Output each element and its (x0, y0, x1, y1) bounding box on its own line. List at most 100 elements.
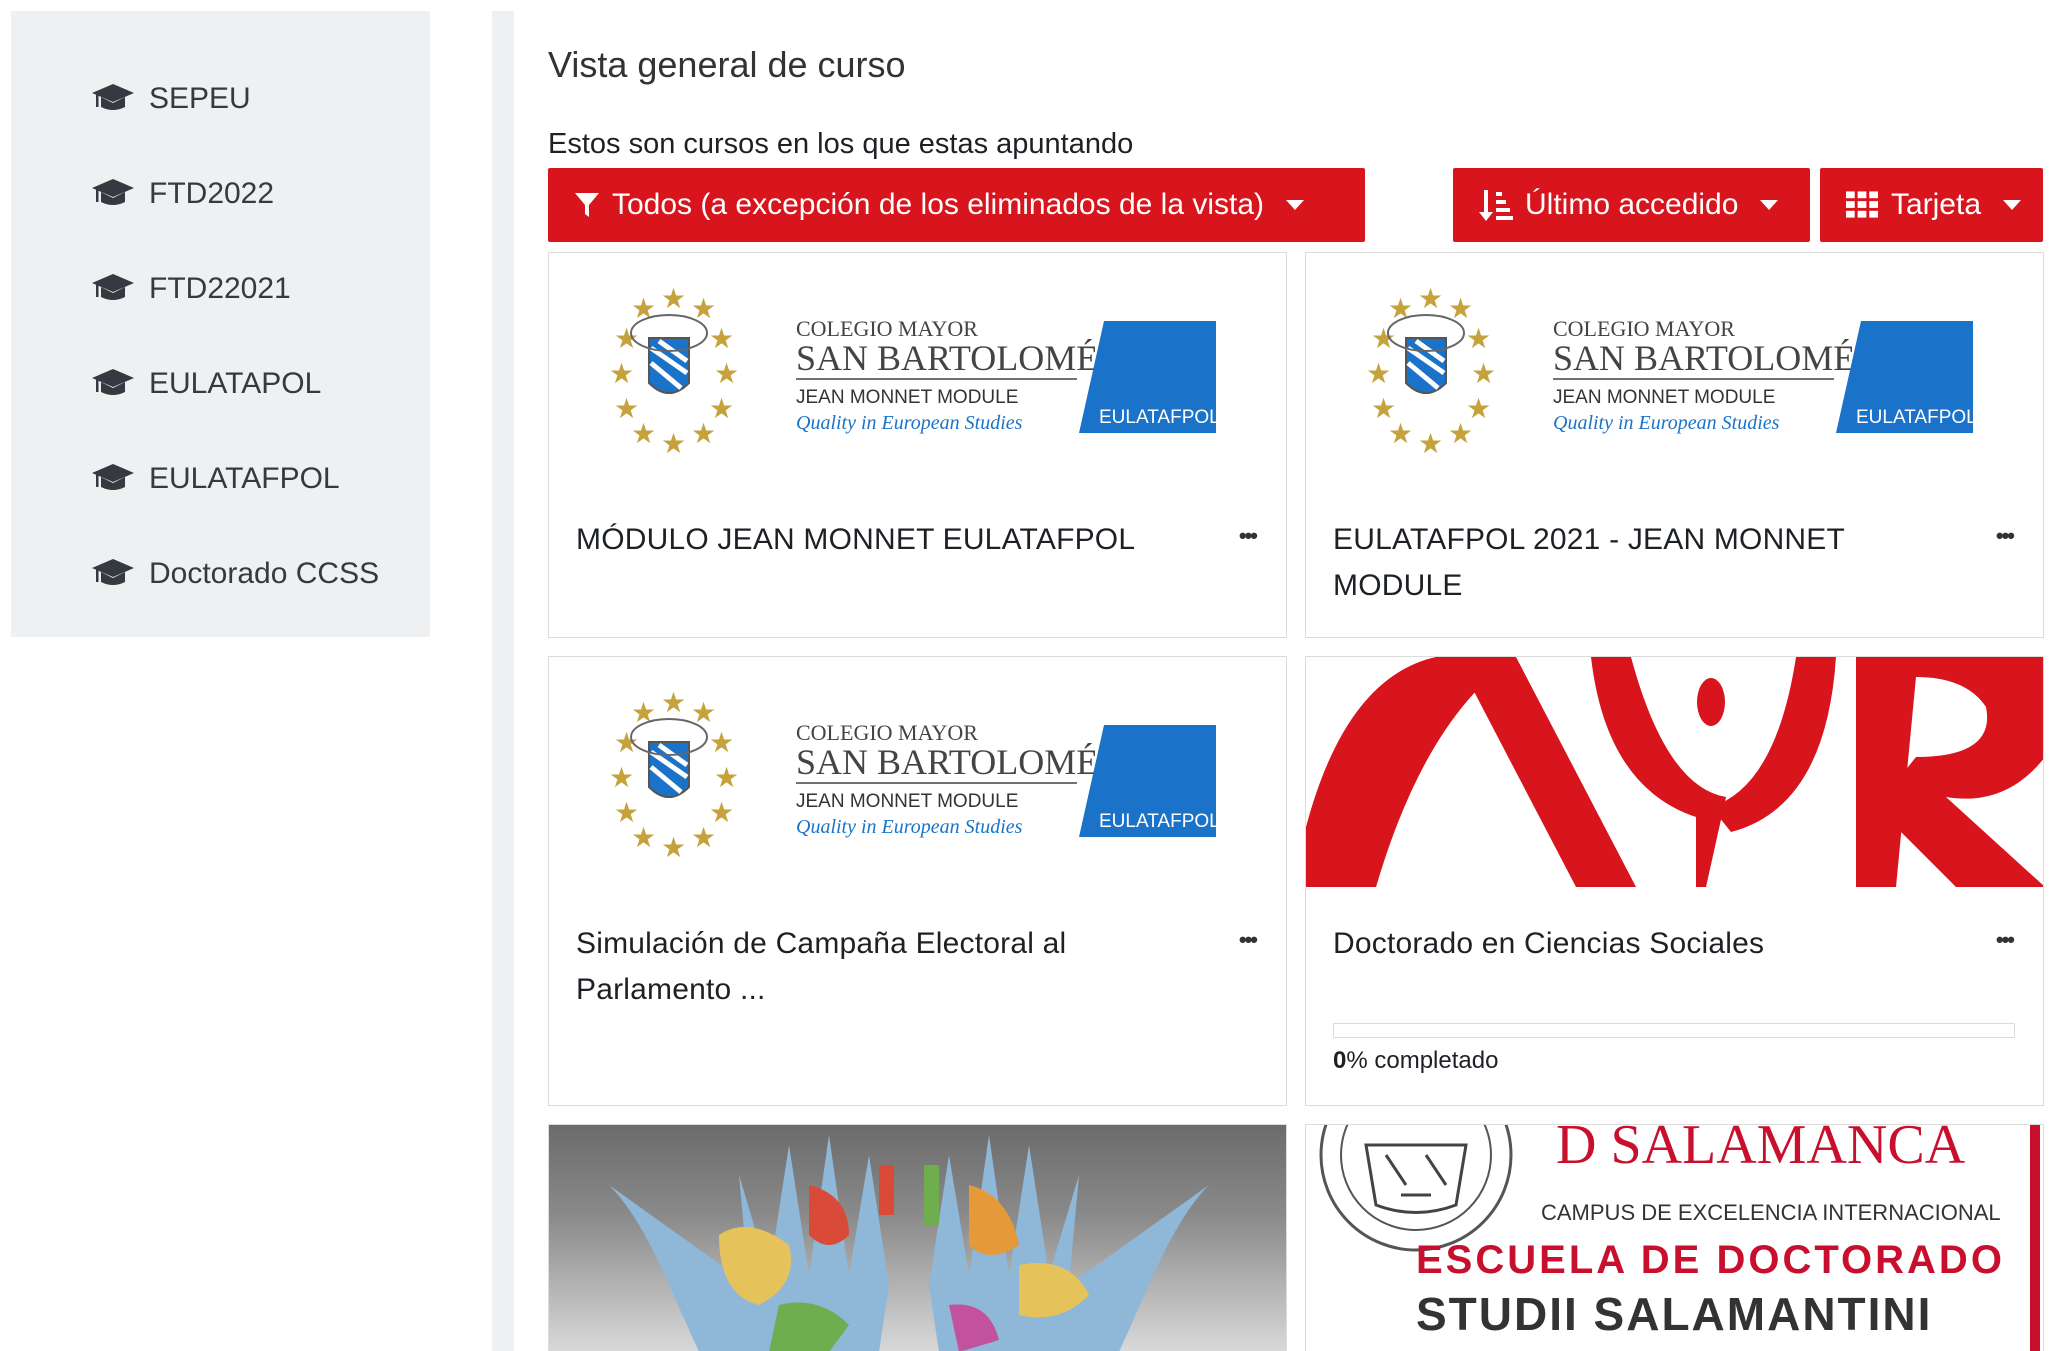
svg-text:SAN BARTOLOMÉ: SAN BARTOLOMÉ (796, 742, 1098, 782)
svg-text:JEAN MONNET MODULE: JEAN MONNET MODULE (796, 791, 1018, 812)
course-title[interactable]: Doctorado en Ciencias Sociales (1333, 921, 1953, 967)
page-title: Vista general de curso (548, 44, 906, 85)
graduation-cap-icon (92, 559, 134, 585)
course-image: ★ ★ ★ ★ ★ ★ ★ ★ ★ ★ ★ ★ COLEGIO MAYOR SAN BARTO… (1306, 253, 2043, 473)
sidebar-item-label: FTD2022 (149, 177, 275, 210)
svg-text:★: ★ (1371, 323, 1396, 354)
banner-line1: CAMPUS DE EXCELENCIA INTERNACIONAL (1541, 1200, 2001, 1225)
svg-text:★: ★ (609, 762, 634, 793)
svg-text:★: ★ (691, 418, 716, 449)
sidebar-item-ftd22021[interactable]: FTD22021 (91, 259, 291, 319)
sidebar-item-label: EULATAPOL (149, 367, 322, 400)
view-dropdown-button[interactable]: Tarjeta (1820, 168, 2043, 242)
svg-text:★: ★ (661, 283, 686, 314)
filter-dropdown-button[interactable]: Todos (a excepción de los eliminados de … (548, 168, 1365, 242)
course-card[interactable]: ★ ★ ★ ★ ★ ★ ★ ★ ★ ★ ★ ★ COLEGIO MAYOR SAN BARTO… (1305, 252, 2044, 638)
course-image: D SALAMANCA CAMPUS DE EXCELENCIA INTERNA… (1306, 1125, 2043, 1351)
svg-text:★: ★ (1471, 358, 1496, 389)
escuela-doctorado-banner: D SALAMANCA CAMPUS DE EXCELENCIA INTERNA… (1319, 1125, 2040, 1351)
svg-text:★: ★ (661, 832, 686, 863)
sort-amount-icon (1479, 190, 1513, 221)
svg-text:★: ★ (1466, 323, 1491, 354)
courses-subtitle: Estos son cursos en los que estas apunta… (548, 128, 1134, 160)
svg-text:★: ★ (609, 358, 634, 389)
sidebar-item-label: Doctorado CCSS (149, 557, 380, 590)
svg-text:★: ★ (631, 822, 656, 853)
progress-value: 0 (1333, 1047, 1347, 1074)
sidebar-item-eulatapol[interactable]: EULATAPOL (91, 354, 321, 414)
banner-top-text: D SALAMANCA (1556, 1125, 1966, 1176)
view-button-label: Tarjeta (1890, 188, 1981, 221)
sidebar-item-eulatafpol[interactable]: EULATAFPOL (91, 449, 340, 509)
course-card[interactable] (548, 1124, 1287, 1351)
chevron-down-icon (1286, 200, 1305, 210)
svg-text:Quality in European Studies: Quality in European Studies (796, 816, 1023, 838)
course-card[interactable]: ★ ★ ★ ★ ★ ★ ★ ★ ★ ★ ★ ★ COLEGIO MAYOR SAN BARTO… (548, 656, 1287, 1106)
filter-button-label: Todos (a excepción de los eliminados de … (612, 188, 1265, 221)
banner-line3: STUDII SALAMANTINI (1416, 1288, 1932, 1340)
progress-bar (1333, 1023, 2015, 1038)
course-card[interactable]: ★ ★ ★ ★ ★ ★ ★ ★ ★ ★ ★ ★ COLEGIO MAYOR SAN BARTO… (548, 252, 1287, 638)
progress-suffix: % completado (1346, 1047, 1499, 1074)
chevron-down-icon (1760, 200, 1779, 210)
graduation-cap-icon (92, 179, 134, 205)
svg-text:Quality in European Studies: Quality in European Studies (1553, 412, 1780, 434)
graduation-cap-icon (92, 369, 134, 395)
svg-text:★: ★ (714, 358, 739, 389)
svg-text:JEAN MONNET MODULE: JEAN MONNET MODULE (1553, 387, 1775, 408)
svg-text:★: ★ (614, 323, 639, 354)
svg-text:★: ★ (614, 727, 639, 758)
svg-text:★: ★ (661, 687, 686, 718)
svg-text:★: ★ (1388, 418, 1413, 449)
sidebar-item-label: EULATAFPOL (149, 462, 340, 495)
more-options-icon[interactable]: ••• (1239, 523, 1258, 549)
course-image (1306, 657, 2043, 887)
svg-text:EULATAFPOL: EULATAFPOL (1099, 811, 1220, 832)
svg-text:SAN BARTOLOMÉ: SAN BARTOLOMÉ (1553, 338, 1855, 378)
filter-icon (575, 193, 599, 217)
course-card[interactable]: Doctorado en Ciencias Sociales ••• 0% co… (1305, 656, 2044, 1106)
graduation-cap-icon (92, 274, 134, 300)
sidebar: SEPEU FTD2022 FTD22021 EULATAPOL EULATAF… (11, 11, 430, 637)
chevron-down-icon (2003, 200, 2021, 210)
course-card[interactable]: D SALAMANCA CAMPUS DE EXCELENCIA INTERNA… (1305, 1124, 2044, 1351)
svg-text:★: ★ (709, 323, 734, 354)
svg-text:★: ★ (709, 727, 734, 758)
san-bartolome-logo: ★ ★ ★ ★ ★ ★ ★ ★ ★ ★ ★ ★ COLEGIO MAYOR SAN BARTO… (609, 283, 1220, 459)
course-title[interactable]: MÓDULO JEAN MONNET EULATAFPOL (576, 517, 1196, 563)
progress-text: 0% completado (1333, 1047, 1498, 1075)
more-options-icon[interactable]: ••• (1996, 927, 2015, 953)
course-title[interactable]: EULATAFPOL 2021 - JEAN MONNET MODULE (1333, 517, 1953, 609)
world-hands-image (549, 1125, 1286, 1351)
more-options-icon[interactable]: ••• (1996, 523, 2015, 549)
sort-button-label: Último accedido (1525, 188, 1739, 221)
red-abstract-logo (1306, 657, 2043, 887)
sidebar-item-label: SEPEU (149, 82, 251, 115)
sidebar-item-ftd2022[interactable]: FTD2022 (91, 164, 274, 224)
svg-text:★: ★ (1418, 283, 1443, 314)
world-map-hands-graphic (609, 1135, 1209, 1351)
course-image: ★ ★ ★ ★ ★ ★ ★ ★ ★ ★ ★ ★ COLEGIO MAYOR SAN BARTO… (549, 657, 1286, 877)
svg-text:★: ★ (1366, 358, 1391, 389)
svg-text:JEAN MONNET MODULE: JEAN MONNET MODULE (796, 387, 1018, 408)
sidebar-item-label: FTD22021 (149, 272, 291, 305)
sidebar-item-sepeu[interactable]: SEPEU (91, 69, 251, 129)
san-bartolome-logo: ★ ★ ★ ★ ★ ★ ★ ★ ★ ★ ★ ★ COLEGIO MAYOR SAN BARTO… (1366, 283, 1977, 459)
more-options-icon[interactable]: ••• (1239, 927, 1258, 953)
svg-text:★: ★ (631, 418, 656, 449)
sidebar-item-doctorado-ccss[interactable]: Doctorado CCSS (91, 544, 379, 604)
grid-icon (1846, 191, 1878, 218)
svg-text:★: ★ (714, 762, 739, 793)
course-image: ★ ★ ★ ★ ★ ★ ★ ★ ★ ★ ★ ★ COLEGIO MAYOR SAN BARTO… (549, 253, 1286, 473)
course-title[interactable]: Simulación de Campaña Electoral al Parla… (576, 921, 1196, 1013)
svg-text:EULATAFPOL: EULATAFPOL (1099, 407, 1220, 428)
drawer-divider (492, 11, 514, 1351)
svg-text:★: ★ (661, 428, 686, 459)
graduation-cap-icon (92, 84, 134, 110)
svg-text:SAN BARTOLOMÉ: SAN BARTOLOMÉ (796, 338, 1098, 378)
svg-text:★: ★ (691, 822, 716, 853)
graduation-cap-icon (92, 464, 134, 490)
svg-text:EULATAFPOL: EULATAFPOL (1856, 407, 1977, 428)
sort-dropdown-button[interactable]: Último accedido (1453, 168, 1810, 242)
san-bartolome-logo: ★ ★ ★ ★ ★ ★ ★ ★ ★ ★ ★ ★ COLEGIO MAYOR SAN BARTO… (609, 687, 1220, 863)
